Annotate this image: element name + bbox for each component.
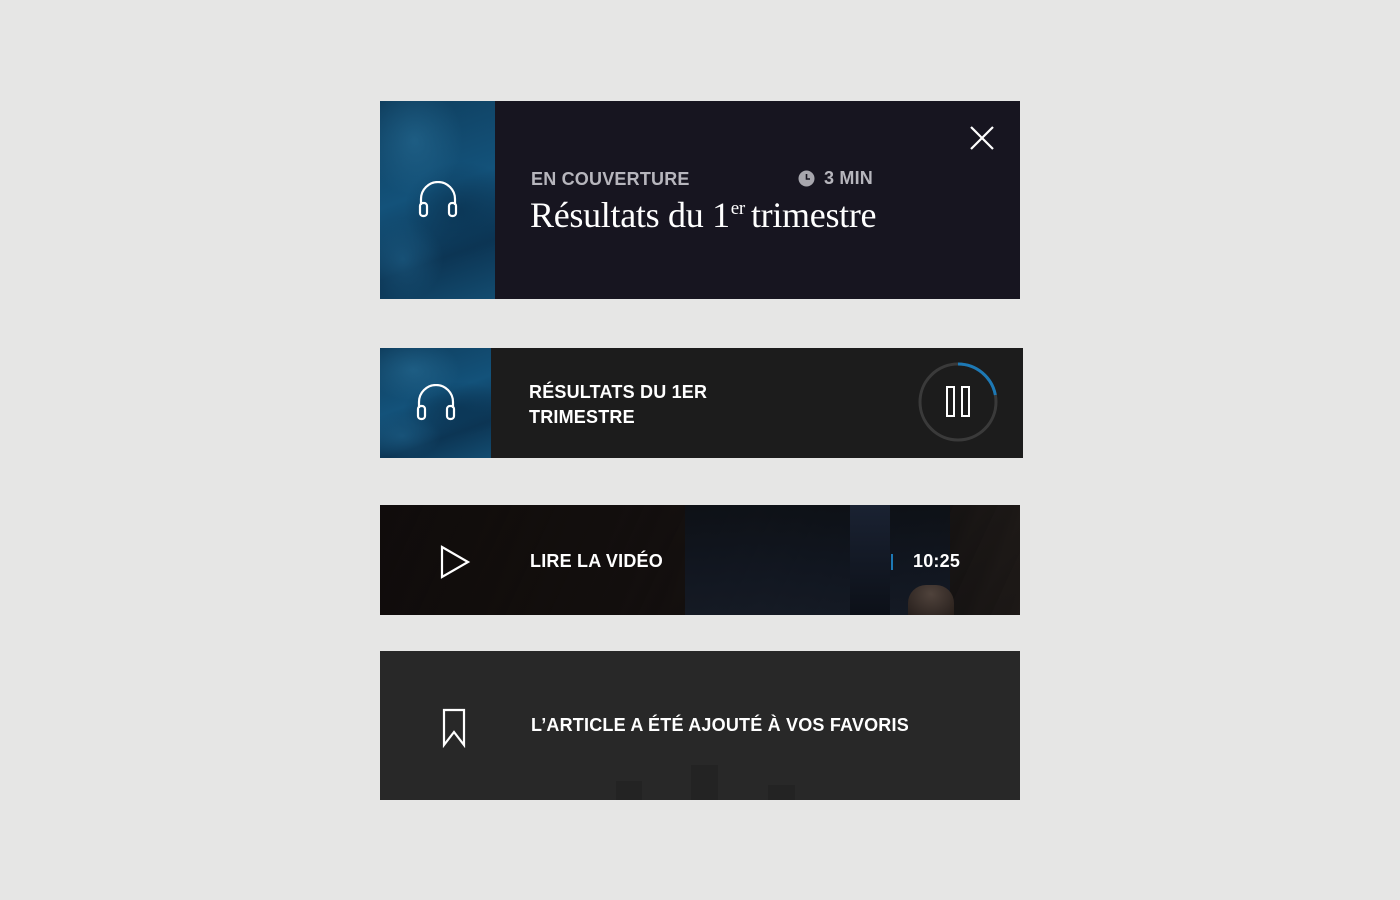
video-duration: 10:25 (913, 551, 961, 571)
play-icon[interactable] (438, 544, 472, 580)
pause-icon (946, 386, 970, 417)
video-divider (891, 554, 893, 570)
headphones-icon (416, 384, 455, 421)
ghost-shape (768, 785, 795, 800)
clock-icon (798, 170, 815, 187)
toast-message: L’ARTICLE A ÉTÉ AJOUTÉ À VOS FAVORIS (531, 715, 909, 735)
pause-button[interactable] (916, 360, 1000, 444)
cover-title-superscript: er (730, 198, 745, 219)
cover-thumbnail (380, 101, 495, 299)
headphones-icon (418, 181, 457, 218)
cover-title-end: trimestre (750, 195, 877, 235)
ghost-shape (691, 765, 718, 800)
cover-duration: 3 MIN (824, 168, 874, 188)
cover-kicker: EN COUVERTURE (531, 169, 690, 189)
cover-title[interactable]: Résultats du 1er trimestre (530, 194, 877, 236)
bookmark-icon (442, 708, 466, 748)
close-icon[interactable] (966, 122, 998, 154)
video-background-detail (850, 505, 890, 615)
ghost-shape (616, 781, 642, 800)
cover-title-main: Résultats du 1 (530, 195, 730, 235)
player-title: RÉSULTATS DU 1ER TRIMESTRE (529, 382, 708, 427)
video-background-hand (908, 585, 954, 615)
player-thumbnail (380, 348, 491, 458)
video-label[interactable]: LIRE LA VIDÉO (530, 551, 663, 572)
cover-duration-group: 3 MIN (798, 168, 873, 189)
